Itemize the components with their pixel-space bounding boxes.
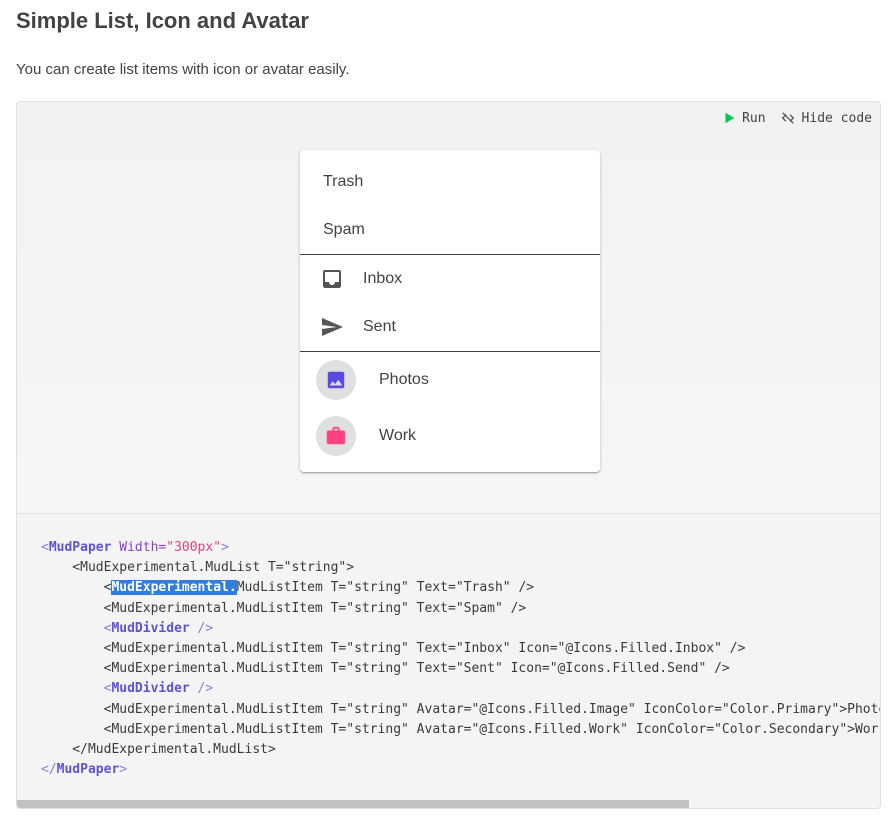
example-toolbar: Run Hide code xyxy=(722,110,872,126)
code-line: <MudExperimental.MudListItem T="string" … xyxy=(41,640,746,656)
code-line: <MudExperimental.MudListItem T="string" … xyxy=(103,721,880,737)
send-icon xyxy=(322,318,343,336)
code-selection: MudExperimental. xyxy=(111,580,237,596)
code-line: </MudExperimental.MudList> xyxy=(41,741,276,757)
code-line: <MudExperimental.MudListItem T="string" … xyxy=(41,580,535,596)
hide-code-label: Hide code xyxy=(801,110,872,126)
list-item-label: Inbox xyxy=(363,270,403,287)
list-item-work[interactable]: Work xyxy=(300,408,600,464)
example-preview: Run Hide code Trash Spam Inbox Sent Phot… xyxy=(17,102,880,514)
list-item-spam[interactable]: Spam xyxy=(300,206,600,254)
work-icon xyxy=(326,426,346,445)
play-icon xyxy=(725,112,735,124)
list-item-trash[interactable]: Trash xyxy=(300,158,600,206)
run-label: Run xyxy=(742,110,766,126)
list-item-label: Sent xyxy=(363,318,396,335)
code-line: <MudExperimental.MudListItem T="string" … xyxy=(103,701,881,717)
code-line: <MudExperimental.MudListItem T="string" … xyxy=(41,661,730,677)
avatar xyxy=(316,360,356,400)
docs-page: Simple List, Icon and Avatar You can cre… xyxy=(0,0,896,819)
image-icon xyxy=(327,371,345,389)
inbox-icon xyxy=(323,270,341,288)
code-line: <MudDivider /> xyxy=(41,620,214,636)
code-line: </MudPaper> xyxy=(41,762,128,778)
horizontal-scrollbar[interactable] xyxy=(17,800,880,808)
section-heading: Simple List, Icon and Avatar xyxy=(16,8,309,33)
code-line: <MudExperimental.MudList T="string"> xyxy=(41,560,355,576)
scrollbar-thumb[interactable] xyxy=(17,800,689,808)
code-line: <MudDivider /> xyxy=(41,681,214,697)
list-item-label: Spam xyxy=(323,221,365,238)
list-item-photos[interactable]: Photos xyxy=(300,352,600,408)
section-description: You can create list items with icon or a… xyxy=(16,61,350,78)
code-off-icon xyxy=(781,112,794,124)
code-line: <MudExperimental.MudListItem T="string" … xyxy=(41,600,527,616)
list-item-label: Work xyxy=(379,427,417,444)
hide-code-button[interactable]: Hide code xyxy=(780,110,872,126)
avatar xyxy=(316,416,356,456)
code-line: <MudPaper Width="300px"> xyxy=(41,540,229,555)
list-item-sent[interactable]: Sent xyxy=(300,303,600,351)
code-block: <MudPaper Width="300px"> <MudExperimenta… xyxy=(41,538,881,780)
example-card: Run Hide code Trash Spam Inbox Sent Phot… xyxy=(16,101,881,809)
list-item-label: Trash xyxy=(323,173,364,190)
list-item-inbox[interactable]: Inbox xyxy=(300,255,600,303)
run-button[interactable]: Run xyxy=(722,110,766,126)
mud-paper-list: Trash Spam Inbox Sent Photos Work xyxy=(300,150,600,472)
list-item-label: Photos xyxy=(379,371,429,388)
